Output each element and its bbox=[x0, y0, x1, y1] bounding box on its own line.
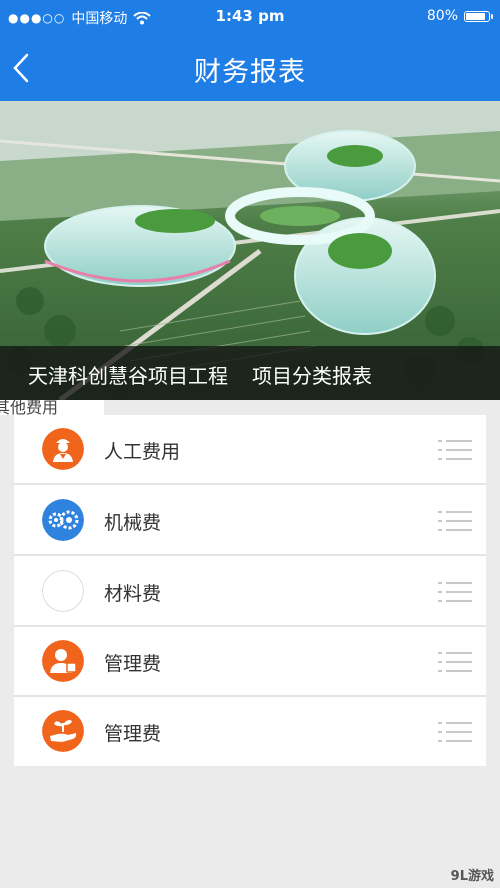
gears-icon bbox=[42, 499, 84, 541]
list-item-label: 管理费 bbox=[104, 653, 162, 675]
divider bbox=[14, 483, 486, 485]
status-time: 1:43 pm bbox=[215, 7, 285, 25]
list-item-label: 材料费 bbox=[104, 583, 162, 605]
drag-handle-icon[interactable] bbox=[438, 721, 472, 743]
list-item-materials[interactable]: 材料费 bbox=[14, 557, 486, 627]
drag-handle-icon[interactable] bbox=[438, 651, 472, 673]
battery-percent: 80% bbox=[426, 8, 458, 24]
list-item-label: 机械费 bbox=[104, 512, 162, 534]
list-item-labor[interactable]: 人工费用 bbox=[14, 415, 486, 485]
watermark-text: 9L游戏 bbox=[450, 869, 494, 884]
list-item-label: 管理费 bbox=[104, 723, 162, 745]
status-bar: ●●●○○ 中国移动 1:43 pm 80% bbox=[0, 0, 500, 32]
list-item-management-2[interactable]: 管理费 bbox=[14, 697, 486, 767]
status-right: 80% bbox=[426, 8, 493, 24]
divider bbox=[14, 554, 486, 556]
page-title: 财务报表 bbox=[194, 57, 306, 88]
list-item-label: 人工费用 bbox=[104, 441, 181, 463]
expense-category-list: 人工费用 机械费 材料费 管理费 管理费 bbox=[14, 415, 486, 766]
worker-icon bbox=[42, 428, 84, 470]
manager-icon bbox=[42, 640, 84, 682]
section-tag-label: 其他费用 bbox=[0, 400, 59, 415]
banner-caption: 天津科创慧谷项目工程 项目分类报表 bbox=[0, 346, 500, 400]
hand-plant-icon bbox=[42, 710, 84, 752]
section-tag: 其他费用 bbox=[0, 400, 104, 415]
watermark-logo: 9L游戏 bbox=[451, 865, 494, 884]
project-name: 天津科创慧谷项目工程 bbox=[28, 364, 228, 388]
app-header: ●●●○○ 中国移动 1:43 pm 80% 财务报表 bbox=[0, 0, 500, 101]
list-item-machinery[interactable]: 机械费 bbox=[14, 486, 486, 556]
battery-icon bbox=[464, 10, 493, 22]
drag-handle-icon[interactable] bbox=[438, 510, 472, 532]
empty-circle-icon bbox=[42, 570, 84, 612]
drag-handle-icon[interactable] bbox=[438, 581, 472, 603]
report-subtitle: 项目分类报表 bbox=[252, 364, 372, 388]
list-item-management[interactable]: 管理费 bbox=[14, 627, 486, 697]
drag-handle-icon[interactable] bbox=[438, 439, 472, 461]
